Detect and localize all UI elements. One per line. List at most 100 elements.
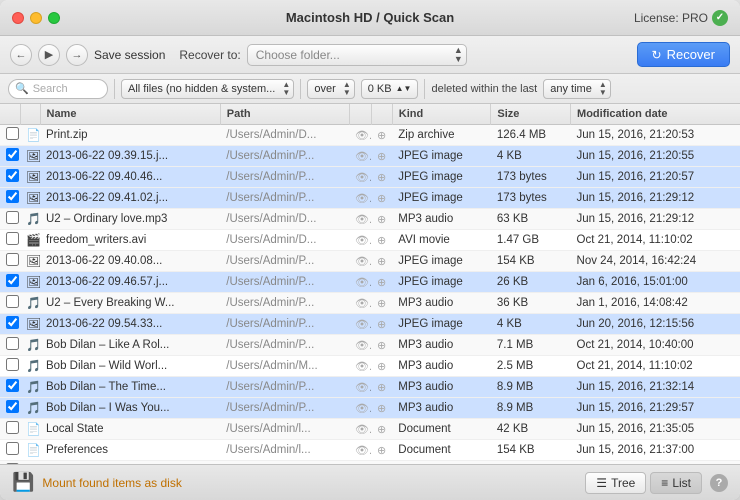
file-type-icon: 🎵: [20, 377, 40, 398]
preview-icon[interactable]: 👁: [349, 251, 371, 272]
file-size: 4 KB: [491, 314, 571, 335]
row-checkbox[interactable]: [6, 358, 19, 371]
preview-icon[interactable]: 👁: [349, 188, 371, 209]
table-row: 📄Print.zip/Users/Admin/D...👁⊕Zip archive…: [0, 125, 740, 146]
preview-icon[interactable]: 👁: [349, 335, 371, 356]
row-checkbox[interactable]: [6, 442, 19, 455]
maximize-button[interactable]: [48, 12, 60, 24]
row-checkbox[interactable]: [6, 148, 19, 161]
file-name[interactable]: U2 – Every Breaking W...: [40, 293, 220, 314]
preview-icon[interactable]: 👁: [349, 125, 371, 146]
row-checkbox[interactable]: [6, 316, 19, 329]
table-row: 🎵Bob Dilan – Like A Rol.../Users/Admin/P…: [0, 335, 740, 356]
location-icon[interactable]: ⊕: [371, 146, 392, 167]
location-icon[interactable]: ⊕: [371, 209, 392, 230]
file-name[interactable]: Bob Dilan – The Time...: [40, 377, 220, 398]
over-dropdown[interactable]: over ▲▼: [307, 79, 354, 99]
help-button[interactable]: ?: [710, 474, 728, 492]
th-name[interactable]: Name: [40, 104, 220, 125]
th-date[interactable]: Modification date: [571, 104, 740, 125]
file-table: Name Path Kind Size Modification date 📄P…: [0, 104, 740, 464]
file-date: Jun 15, 2016, 21:20:53: [571, 125, 740, 146]
file-name[interactable]: Local State: [40, 419, 220, 440]
file-name[interactable]: Print.zip: [40, 125, 220, 146]
main-window: Macintosh HD / Quick Scan License: PRO ✓…: [0, 0, 740, 500]
location-icon[interactable]: ⊕: [371, 314, 392, 335]
preview-icon[interactable]: 👁: [349, 293, 371, 314]
row-checkbox[interactable]: [6, 253, 19, 266]
location-icon[interactable]: ⊕: [371, 230, 392, 251]
file-name[interactable]: freedom_writers.avi: [40, 230, 220, 251]
row-checkbox[interactable]: [6, 190, 19, 203]
preview-icon[interactable]: 👁: [349, 377, 371, 398]
location-icon[interactable]: ⊕: [371, 398, 392, 419]
row-checkbox[interactable]: [6, 211, 19, 224]
file-name[interactable]: Bob Dilan – I Was You...: [40, 398, 220, 419]
preview-icon[interactable]: 👁: [349, 146, 371, 167]
row-checkbox[interactable]: [6, 400, 19, 413]
th-size[interactable]: Size: [491, 104, 571, 125]
file-name[interactable]: Bob Dilan – Wild Worl...: [40, 356, 220, 377]
file-name[interactable]: Bob Dilan – Like A Rol...: [40, 335, 220, 356]
recover-button[interactable]: ↻ Recover: [637, 42, 730, 67]
close-button[interactable]: [12, 12, 24, 24]
file-name[interactable]: 2013-06-22 09.40.08...: [40, 251, 220, 272]
table-row: 🎵Bob Dilan – The Time.../Users/Admin/P..…: [0, 377, 740, 398]
location-icon[interactable]: ⊕: [371, 188, 392, 209]
th-path[interactable]: Path: [220, 104, 349, 125]
time-dropdown[interactable]: any time ▲▼: [543, 79, 611, 99]
row-checkbox[interactable]: [6, 127, 19, 140]
file-name[interactable]: 2013-06-22 09.46.57.j...: [40, 272, 220, 293]
preview-icon[interactable]: 👁: [349, 230, 371, 251]
size-filter[interactable]: 0 KB ▲▼: [361, 79, 419, 99]
location-icon[interactable]: ⊕: [371, 440, 392, 461]
file-name[interactable]: 2013-06-22 09.39.15.j...: [40, 146, 220, 167]
row-checkbox[interactable]: [6, 337, 19, 350]
list-view-button[interactable]: ≡ List: [650, 472, 702, 494]
file-path: /Users/Admin/l...: [220, 419, 349, 440]
preview-icon[interactable]: 👁: [349, 209, 371, 230]
location-icon[interactable]: ⊕: [371, 125, 392, 146]
preview-icon[interactable]: 👁: [349, 419, 371, 440]
file-date: Jun 15, 2016, 21:20:55: [571, 146, 740, 167]
file-name[interactable]: 2013-06-22 09.40.46...: [40, 167, 220, 188]
file-name[interactable]: Preferences: [40, 440, 220, 461]
all-files-dropdown[interactable]: All files (no hidden & system... ▲▼: [121, 79, 294, 99]
row-checkbox[interactable]: [6, 232, 19, 245]
file-name[interactable]: 2013-06-22 09.54.33...: [40, 314, 220, 335]
file-path: /Users/Admin/D...: [220, 209, 349, 230]
row-checkbox[interactable]: [6, 421, 19, 434]
location-icon[interactable]: ⊕: [371, 356, 392, 377]
row-checkbox[interactable]: [6, 379, 19, 392]
location-icon[interactable]: ⊕: [371, 419, 392, 440]
tree-view-button[interactable]: ☰ Tree: [585, 472, 646, 494]
row-checkbox[interactable]: [6, 274, 19, 287]
preview-icon[interactable]: 👁: [349, 167, 371, 188]
preview-icon[interactable]: 👁: [349, 440, 371, 461]
save-session-button[interactable]: Save session: [94, 48, 165, 62]
location-icon[interactable]: ⊕: [371, 251, 392, 272]
file-date: Jun 15, 2016, 21:29:12: [571, 188, 740, 209]
row-checkbox[interactable]: [6, 169, 19, 182]
row-checkbox[interactable]: [6, 295, 19, 308]
location-icon[interactable]: ⊕: [371, 272, 392, 293]
location-icon[interactable]: ⊕: [371, 167, 392, 188]
preview-icon[interactable]: 👁: [349, 272, 371, 293]
file-name[interactable]: 2013-06-22 09.41.02.j...: [40, 188, 220, 209]
forward-button[interactable]: →: [66, 44, 88, 66]
preview-icon[interactable]: 👁: [349, 356, 371, 377]
location-icon[interactable]: ⊕: [371, 335, 392, 356]
preview-icon[interactable]: 👁: [349, 314, 371, 335]
play-button[interactable]: ▶: [38, 44, 60, 66]
preview-icon[interactable]: 👁: [349, 398, 371, 419]
search-icon: 🔍: [15, 82, 29, 95]
search-box[interactable]: 🔍 Search: [8, 79, 108, 99]
location-icon[interactable]: ⊕: [371, 377, 392, 398]
back-button[interactable]: ←: [10, 44, 32, 66]
minimize-button[interactable]: [30, 12, 42, 24]
folder-dropdown[interactable]: Choose folder... ▲▼: [247, 44, 467, 66]
file-name[interactable]: U2 – Ordinary love.mp3: [40, 209, 220, 230]
location-icon[interactable]: ⊕: [371, 293, 392, 314]
mount-disk-button[interactable]: Mount found items as disk: [42, 476, 181, 490]
th-kind[interactable]: Kind: [392, 104, 491, 125]
